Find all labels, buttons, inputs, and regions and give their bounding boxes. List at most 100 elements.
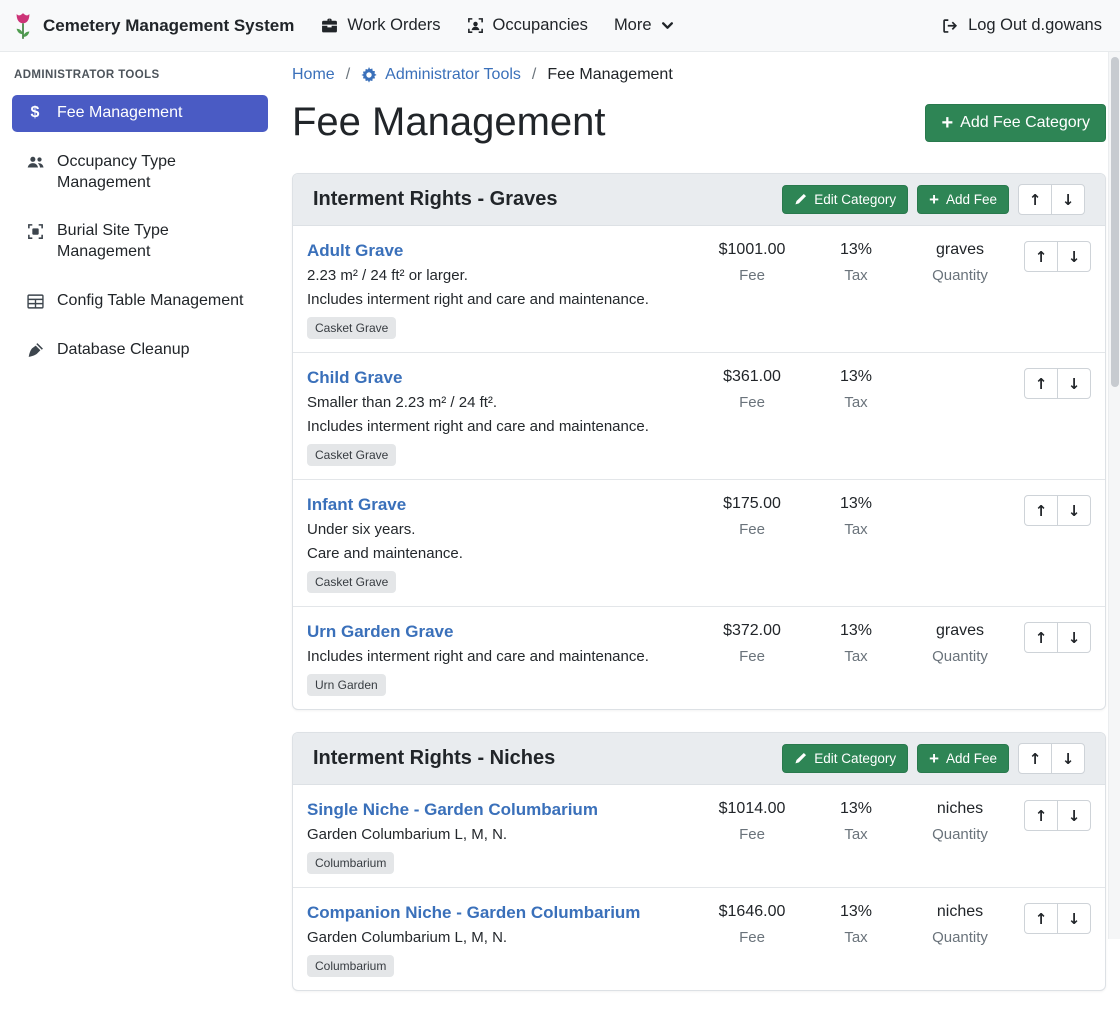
app-brand[interactable]: Cemetery Management System [12,12,294,40]
move-fee-down-button[interactable]: ↓ [1057,495,1091,526]
add-fee-category-button[interactable]: + Add Fee Category [925,104,1106,142]
fee-tax: 13% Tax [804,800,908,843]
fee-tax: 13% Tax [804,241,908,284]
move-fee-down-button[interactable]: ↓ [1057,241,1091,272]
fee-name-link[interactable]: Adult Grave [307,241,403,261]
fee-amount: $372.00 Fee [700,622,804,665]
sidebar-item-burial-site-type-management[interactable]: Burial Site Type Management [12,213,268,271]
app-title: Cemetery Management System [43,16,294,36]
edit-category-button[interactable]: Edit Category [782,744,908,773]
top-navbar: Cemetery Management System Work Orders O… [0,0,1120,52]
fee-type-badge: Casket Grave [307,444,396,466]
fee-quantity: niches Quantity [908,800,1012,843]
nav-more-label: More [614,16,652,35]
category-card-niches: Interment Rights - Niches Edit Category … [292,732,1106,991]
fee-row-urn-garden-grave: Urn Garden Grave Includes interment righ… [293,606,1105,709]
fee-name-link[interactable]: Urn Garden Grave [307,622,453,642]
sidebar-item-label: Burial Site Type Management [57,221,256,263]
plus-icon: + [929,192,939,207]
move-fee-up-button[interactable]: ↑ [1024,800,1058,831]
fee-tax: 13% Tax [804,903,908,946]
logout-button[interactable]: Log Out d.gowans [928,8,1104,43]
person-bounding-box-icon [467,17,484,34]
sidebar-item-label: Database Cleanup [57,340,190,361]
breadcrumb-separator: / [346,66,350,84]
add-fee-category-label: Add Fee Category [960,114,1090,132]
tulip-logo-icon [12,12,34,40]
category-title: Interment Rights - Niches [313,747,782,770]
fee-quantity: niches Quantity [908,903,1012,946]
sidebar-item-label: Config Table Management [57,291,244,312]
pencil-icon [794,752,807,765]
fee-row-infant-grave: Infant Grave Under six years. Care and m… [293,479,1105,606]
fee-quantity: graves Quantity [908,241,1012,284]
vertical-scrollbar[interactable] [1108,52,1120,939]
sidebar-item-database-cleanup[interactable]: Database Cleanup [12,332,268,369]
fee-name-link[interactable]: Companion Niche - Garden Columbarium [307,903,640,923]
breadcrumb-separator: / [532,66,536,84]
fee-name-link[interactable]: Single Niche - Garden Columbarium [307,800,598,820]
fee-tax: 13% Tax [804,495,908,538]
fee-amount: $1014.00 Fee [700,800,804,843]
move-category-down-button[interactable]: ↓ [1051,743,1085,774]
gear-icon [361,67,377,83]
nav-more[interactable]: More [601,8,687,43]
fee-description: Care and maintenance. [307,545,690,562]
add-fee-button[interactable]: + Add Fee [917,185,1009,214]
logout-icon [941,17,959,35]
fee-reorder-group: ↑ ↓ [1024,800,1091,831]
move-fee-down-button[interactable]: ↓ [1057,800,1091,831]
category-reorder-group: ↑ ↓ [1018,184,1085,215]
chevron-down-icon [661,19,674,32]
category-header: Interment Rights - Graves Edit Category … [293,174,1105,226]
category-title: Interment Rights - Graves [313,188,782,211]
sidebar-item-fee-management[interactable]: $ Fee Management [12,95,268,132]
sidebar-heading: ADMINISTRATOR TOOLS [14,69,268,81]
sidebar-item-occupancy-type-management[interactable]: Occupancy Type Management [12,144,268,202]
people-icon [24,154,46,171]
move-category-up-button[interactable]: ↑ [1018,184,1052,215]
add-fee-button[interactable]: + Add Fee [917,744,1009,773]
fee-type-badge: Columbarium [307,955,394,977]
fee-description: Under six years. [307,521,690,538]
fee-amount: $175.00 Fee [700,495,804,538]
main-content: Home / Administrator Tools / Fee Managem… [284,52,1120,1013]
fee-reorder-group: ↑ ↓ [1024,241,1091,272]
edit-category-label: Edit Category [814,751,896,766]
sidebar: ADMINISTRATOR TOOLS $ Fee Management Occ… [0,52,284,381]
sidebar-item-label: Fee Management [57,103,182,124]
scrollbar-thumb[interactable] [1111,57,1119,387]
breadcrumb-admin-tools-label: Administrator Tools [385,66,521,84]
nav-occupancies[interactable]: Occupancies [454,8,601,43]
move-fee-down-button[interactable]: ↓ [1057,368,1091,399]
breadcrumb-admin-tools[interactable]: Administrator Tools [361,66,521,84]
sidebar-item-label: Occupancy Type Management [57,152,256,194]
move-fee-up-button[interactable]: ↑ [1024,495,1058,526]
fee-description: Smaller than 2.23 m² / 24 ft². [307,394,690,411]
move-fee-up-button[interactable]: ↑ [1024,903,1058,934]
sidebar-item-config-table-management[interactable]: Config Table Management [12,283,268,320]
move-fee-down-button[interactable]: ↓ [1057,622,1091,653]
move-fee-up-button[interactable]: ↑ [1024,622,1058,653]
nav-work-orders[interactable]: Work Orders [308,8,453,43]
fee-type-badge: Casket Grave [307,571,396,593]
breadcrumb-home[interactable]: Home [292,66,335,84]
fee-description: 2.23 m² / 24 ft² or larger. [307,267,690,284]
move-category-down-button[interactable]: ↓ [1051,184,1085,215]
fee-name-link[interactable]: Child Grave [307,368,402,388]
edit-category-button[interactable]: Edit Category [782,185,908,214]
move-fee-up-button[interactable]: ↑ [1024,241,1058,272]
fee-reorder-group: ↑ ↓ [1024,495,1091,526]
move-fee-up-button[interactable]: ↑ [1024,368,1058,399]
move-category-up-button[interactable]: ↑ [1018,743,1052,774]
fee-name-link[interactable]: Infant Grave [307,495,406,515]
fee-amount: $1001.00 Fee [700,241,804,284]
nav-work-orders-label: Work Orders [347,16,440,35]
breadcrumb: Home / Administrator Tools / Fee Managem… [292,64,1106,88]
fee-description: Includes interment right and care and ma… [307,648,690,665]
plus-icon: + [929,751,939,766]
fee-description: Garden Columbarium L, M, N. [307,826,690,843]
bounding-box-icon [24,223,46,240]
move-fee-down-button[interactable]: ↓ [1057,903,1091,934]
fee-reorder-group: ↑ ↓ [1024,903,1091,934]
